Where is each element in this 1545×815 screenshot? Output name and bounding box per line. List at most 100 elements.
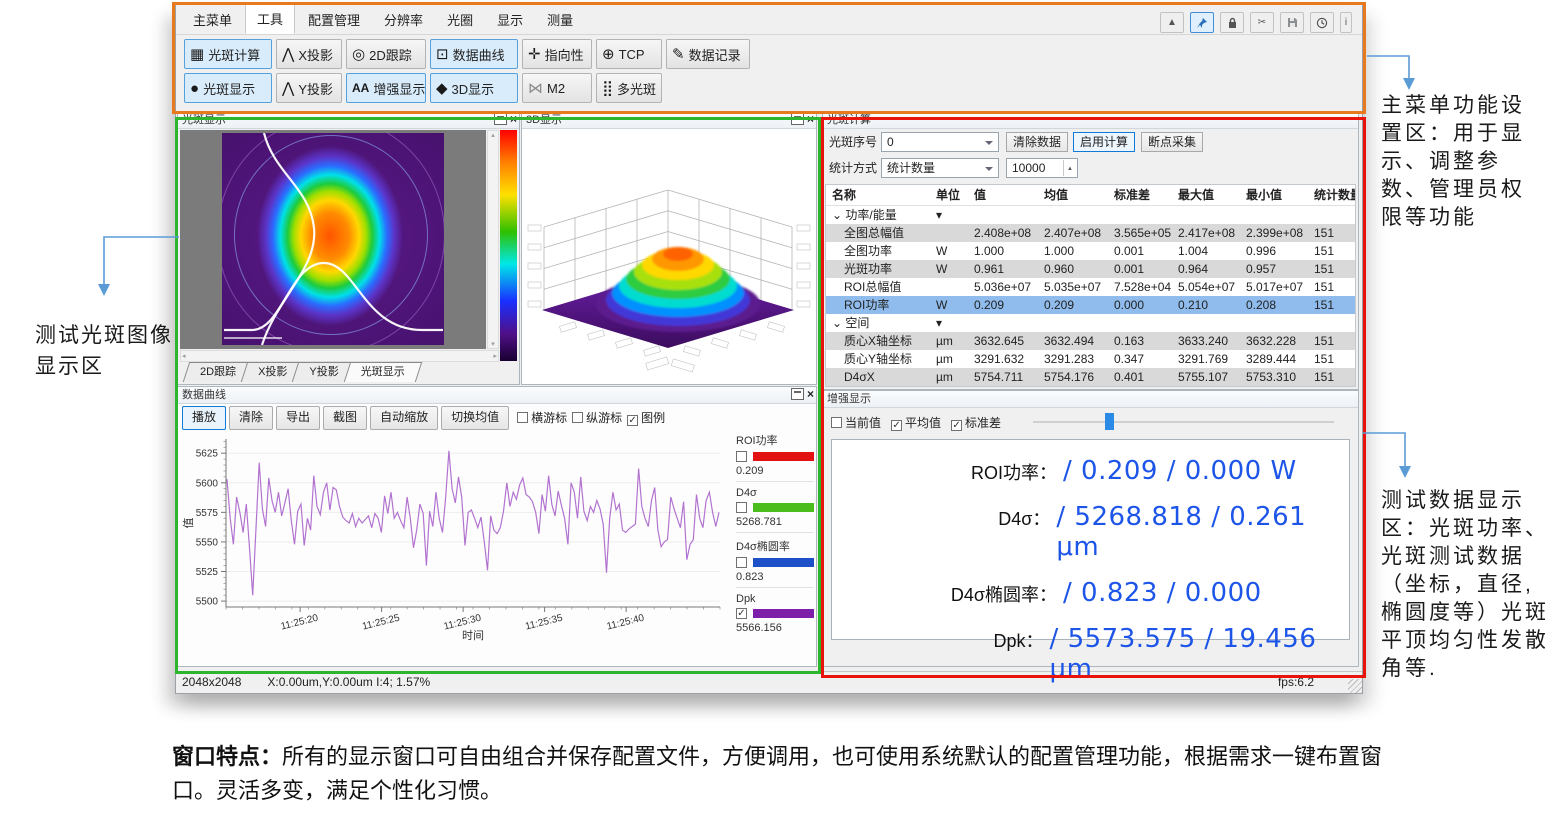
resize-grip[interactable] <box>1348 679 1362 693</box>
enable-calc-button[interactable]: 启用计算 <box>1073 132 1135 152</box>
menu-tab-0[interactable]: 主菜单 <box>182 6 243 34</box>
enhanced-slider-track[interactable] <box>1033 421 1334 423</box>
spot-display-button[interactable]: ●光斑显示 <box>184 73 272 103</box>
curve-panel-title: 数据曲线 <box>178 387 816 404</box>
menu-tab-4[interactable]: 光圈 <box>436 6 484 34</box>
2d-tracking-button[interactable]: ◎2D跟踪 <box>346 39 426 69</box>
stat-count-input[interactable]: 10000 ▲▼ <box>1006 158 1078 178</box>
table-row[interactable]: 光斑功率W0.9610.9600.0010.9640.957151 <box>826 260 1355 278</box>
close-icon[interactable]: × <box>807 389 814 399</box>
table-group-row[interactable]: ⌄ 空间▾ <box>826 314 1355 332</box>
legend-checkbox[interactable]: ✓图例 <box>627 411 665 425</box>
history-icon[interactable] <box>1310 12 1334 33</box>
cut-icon[interactable]: ✂ <box>1250 12 1274 33</box>
pin-icon[interactable] <box>1190 12 1214 33</box>
close-icon[interactable]: × <box>807 114 814 124</box>
spot-tab-3[interactable]: 光斑显示 <box>347 362 419 382</box>
stat-mode-select[interactable]: 统计数量 <box>881 158 999 178</box>
spinner-arrows[interactable]: ▲▼ <box>1063 160 1076 176</box>
3d-display-button[interactable]: ◆3D显示 <box>430 73 518 103</box>
table-cell: 1.000 <box>1044 242 1114 260</box>
curve-chart[interactable]: 55005525555055755600562511:25:2011:25:25… <box>180 431 732 645</box>
data-record-button[interactable]: ✎数据记录 <box>666 39 750 69</box>
legend-color-bar <box>753 452 814 461</box>
vertical-scrollbar[interactable]: ▴▾ <box>487 130 499 349</box>
column-header[interactable]: 最小值 <box>1246 185 1314 205</box>
checkbox-unchecked[interactable] <box>736 502 747 513</box>
spot-calc-button[interactable]: ▦光斑计算 <box>184 39 272 69</box>
column-header[interactable]: 最大值 <box>1178 185 1246 205</box>
column-header[interactable]: 单位 <box>936 185 974 205</box>
table-cell: 3291.632 <box>974 350 1044 368</box>
checkbox-label: 横游标 <box>531 411 567 425</box>
play-button[interactable]: 播放 <box>182 406 226 430</box>
table-row[interactable]: ROI功率W0.2090.2090.0000.2100.208151 <box>826 296 1355 314</box>
breakpoint-capture-button[interactable]: 断点采集 <box>1141 132 1203 152</box>
tcp-button[interactable]: ⊕TCP <box>596 39 662 69</box>
checkbox-unchecked[interactable] <box>572 412 583 423</box>
menu-tab-2[interactable]: 配置管理 <box>297 6 371 34</box>
checkbox-unchecked[interactable] <box>736 451 747 462</box>
enhanced-display-button[interactable]: AA增强显示 <box>346 73 426 103</box>
multi-spot-button[interactable]: ⣿多光斑 <box>596 73 662 103</box>
table-row[interactable]: 质心Y轴坐标µm3291.6323291.2830.3473291.769328… <box>826 350 1355 368</box>
readout-label: ROI功率： <box>832 459 1057 485</box>
table-row[interactable]: 全图总幅值2.408e+082.407e+083.565e+052.417e+0… <box>826 224 1355 242</box>
float-window-icon[interactable] <box>791 113 804 125</box>
toolbar-button-label: 多光斑 <box>617 79 656 98</box>
y-projection-button[interactable]: ⋀Y投影 <box>276 73 342 103</box>
menu-tab-6[interactable]: 测量 <box>536 6 584 34</box>
clear-button[interactable]: 清除 <box>229 406 273 430</box>
column-header[interactable]: 统计数量 <box>1314 185 1356 205</box>
group-collapse-icon[interactable]: ▾ <box>936 206 974 224</box>
table-row[interactable]: 质心X轴坐标µm3632.6453632.4940.1633633.240363… <box>826 332 1355 350</box>
checkbox-unchecked[interactable] <box>736 557 747 568</box>
export-button[interactable]: 导出 <box>276 406 320 430</box>
close-icon[interactable]: × <box>510 114 517 124</box>
menu-tab-1[interactable]: 工具 <box>245 4 295 34</box>
column-header[interactable]: 均值 <box>1044 185 1114 205</box>
checkbox-unchecked[interactable] <box>517 412 528 423</box>
toggle-mean-button[interactable]: 切换均值 <box>441 406 509 430</box>
auto-scale-button[interactable]: 自动缩放 <box>370 406 438 430</box>
seq-select[interactable]: 0 <box>881 132 999 152</box>
checkbox-checked[interactable]: ✓ <box>891 420 902 431</box>
table-cell: 质心Y轴坐标 <box>832 350 936 368</box>
menu-tab-5[interactable]: 显示 <box>486 6 534 34</box>
mean-value-checkbox[interactable]: ✓平均值 <box>891 414 941 431</box>
data-curve-button[interactable]: ⊡数据曲线 <box>430 39 518 69</box>
m2-button[interactable]: ⋈M2 <box>522 73 592 103</box>
column-header[interactable]: 标准差 <box>1114 185 1178 205</box>
collapse-icon[interactable]: ▲ <box>1160 12 1184 33</box>
info-icon[interactable]: i <box>1340 12 1352 33</box>
legend-color-bar <box>753 609 814 618</box>
3d-surface-plot[interactable] <box>526 132 812 380</box>
std-value-checkbox[interactable]: ✓标准差 <box>951 414 1001 431</box>
table-group-row[interactable]: ⌄ 功率/能量▾ <box>826 206 1355 224</box>
checkbox-checked[interactable]: ✓ <box>627 415 638 426</box>
v-cursor-checkbox[interactable]: 纵游标 <box>572 411 622 425</box>
enhanced-slider-handle[interactable] <box>1105 413 1114 430</box>
checkbox-checked[interactable]: ✓ <box>951 420 962 431</box>
checkbox-checked[interactable]: ✓ <box>736 608 747 619</box>
group-collapse-icon[interactable]: ▾ <box>936 314 974 332</box>
float-window-icon[interactable] <box>494 113 507 125</box>
float-window-icon[interactable] <box>791 388 804 400</box>
beam-viewport[interactable] <box>180 130 486 349</box>
table-row[interactable]: ROI总幅值5.036e+075.035e+077.528e+045.054e+… <box>826 278 1355 296</box>
clear-data-button[interactable]: 清除数据 <box>1006 132 1068 152</box>
current-value-checkbox[interactable]: 当前值 <box>831 414 881 431</box>
snapshot-button[interactable]: 截图 <box>323 406 367 430</box>
h-cursor-checkbox[interactable]: 横游标 <box>517 411 567 425</box>
menu-area-note: 主菜单功能设置区：用于显示、调整参数、管理员权限等功能 <box>1381 92 1545 232</box>
menu-tab-3[interactable]: 分辨率 <box>373 6 434 34</box>
lock-icon[interactable] <box>1220 12 1244 33</box>
x-projection-button[interactable]: ⋀X投影 <box>276 39 342 69</box>
column-header[interactable]: 名称 <box>832 185 936 205</box>
checkbox-unchecked[interactable] <box>831 417 842 428</box>
pointing-button[interactable]: ✛指向性 <box>522 39 592 69</box>
save-icon[interactable] <box>1280 12 1304 33</box>
column-header[interactable]: 值 <box>974 185 1044 205</box>
table-row[interactable]: D4σXµm5754.7115754.1760.4015755.1075753.… <box>826 368 1355 386</box>
table-row[interactable]: 全图功率W1.0001.0000.0011.0040.996151 <box>826 242 1355 260</box>
